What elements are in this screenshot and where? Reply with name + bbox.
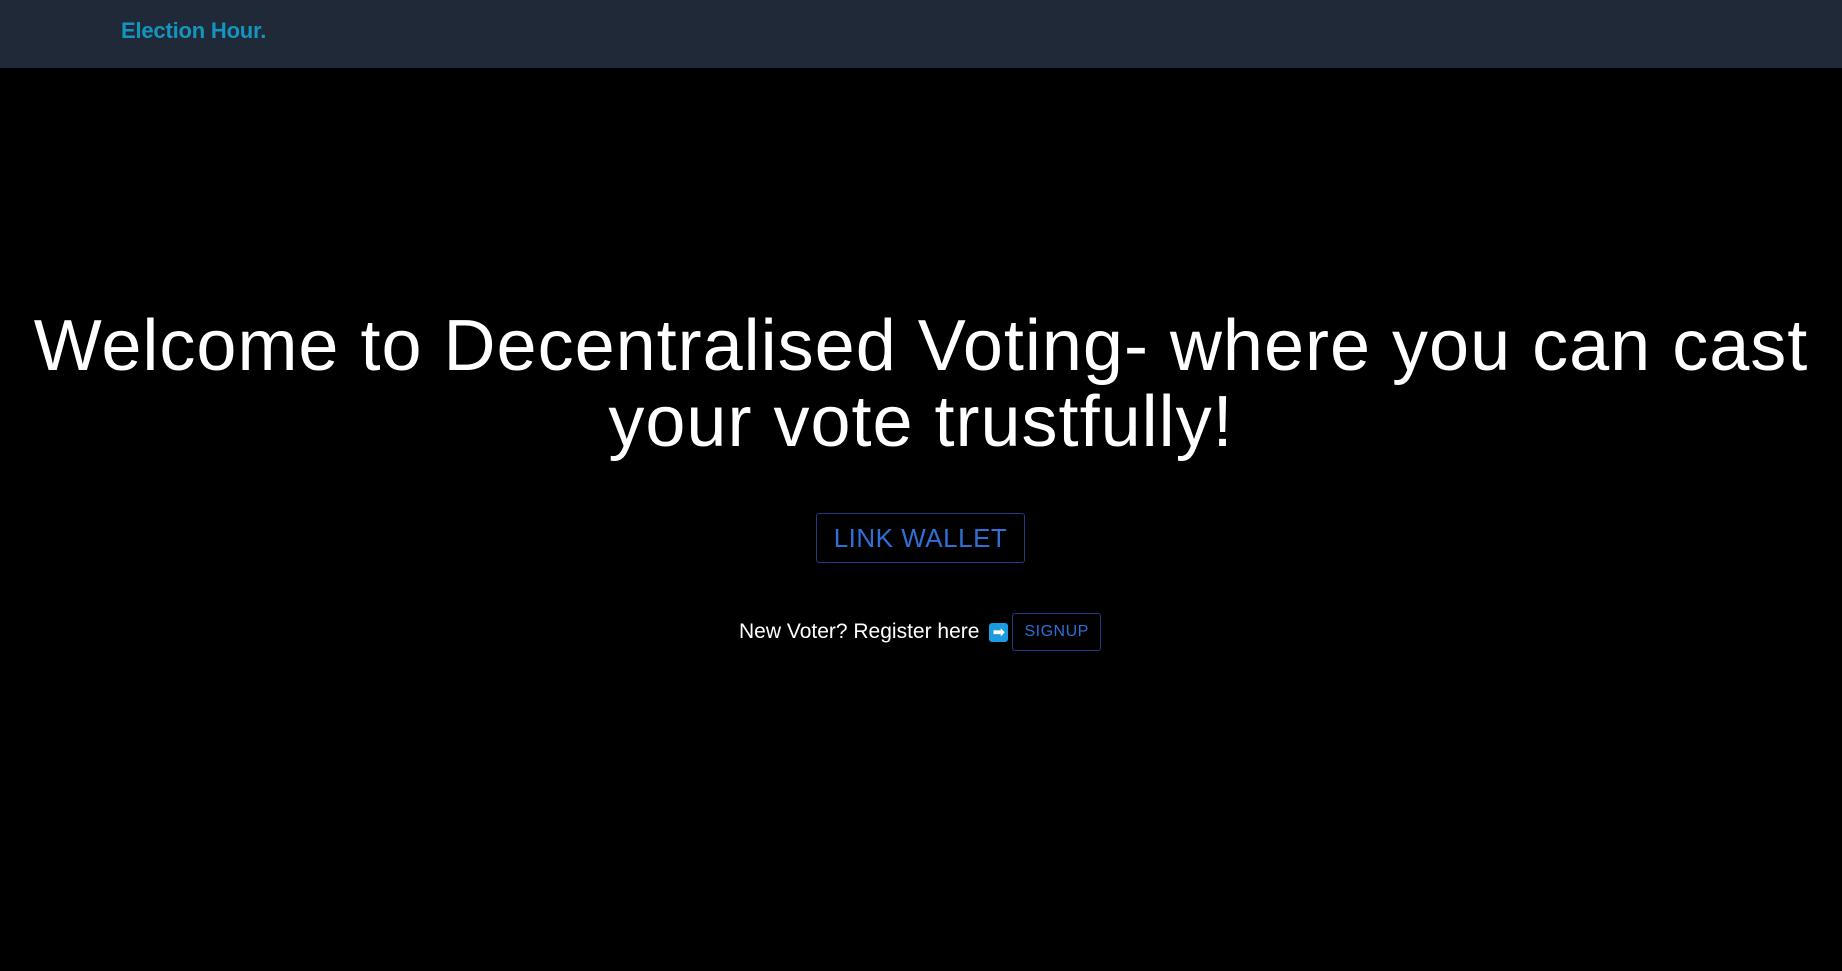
register-row: New Voter? Register here ➡ SIGNUP [739,613,1101,651]
link-wallet-button[interactable]: LINK WALLET [816,513,1025,563]
brand-logo[interactable]: Election Hour. [121,18,266,44]
signup-button[interactable]: SIGNUP [1012,613,1101,651]
register-prompt: New Voter? Register here [739,620,980,643]
right-arrow-icon: ➡ [989,622,1009,642]
page-title: Welcome to Decentralised Voting- where y… [33,306,1809,462]
hero-section: Welcome to Decentralised Voting- where y… [0,308,1842,460]
top-navbar: Election Hour. [0,0,1842,68]
